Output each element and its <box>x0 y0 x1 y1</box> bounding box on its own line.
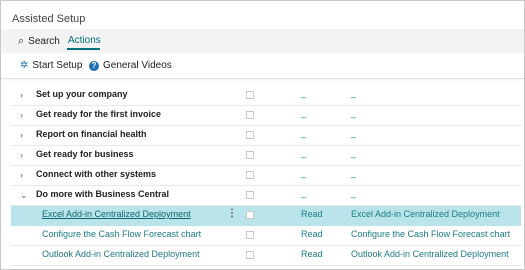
more-vertical-icon[interactable]: ⋮ <box>227 208 237 219</box>
status-link[interactable]: Read <box>301 209 323 219</box>
group-row-financial-health[interactable]: › Report on financial health _ _ <box>11 126 521 146</box>
chevron-right-icon[interactable]: › <box>20 90 23 100</box>
completed-checkbox <box>246 171 254 179</box>
group-label: Get ready for business <box>36 149 134 159</box>
help-value: _ <box>351 188 357 198</box>
page-title: Assisted Setup <box>12 13 86 25</box>
general-videos-button[interactable]: ? General Videos <box>89 60 172 71</box>
completed-checkbox <box>246 211 254 219</box>
group-label: Connect with other systems <box>36 169 157 179</box>
status-link[interactable]: Read <box>301 229 323 239</box>
status-value: _ <box>301 128 307 138</box>
status-value: _ <box>301 168 307 178</box>
setup-row-cash-flow[interactable]: Configure the Cash Flow Forecast chart R… <box>11 226 521 246</box>
completed-checkbox <box>246 231 254 239</box>
help-link[interactable]: Configure the Cash Flow Forecast chart <box>351 229 510 239</box>
setup-row-excel-addin[interactable]: Excel Add-in Centralized Deployment ⋮ Re… <box>11 206 521 226</box>
group-label: Get ready for the first invoice <box>36 109 162 119</box>
status-value: _ <box>301 188 307 198</box>
status-value: _ <box>301 148 307 158</box>
group-label: Report on financial health <box>36 129 147 139</box>
status-link[interactable]: Read <box>301 249 323 259</box>
status-value: _ <box>301 108 307 118</box>
actions-tab[interactable]: Actions <box>68 35 101 46</box>
chevron-down-icon[interactable]: ⌄ <box>20 190 28 201</box>
group-label: Do more with Business Central <box>36 189 170 199</box>
chevron-right-icon[interactable]: › <box>20 170 23 180</box>
help-link[interactable]: Excel Add-in Centralized Deployment <box>351 209 500 219</box>
setup-name-link[interactable]: Excel Add-in Centralized Deployment <box>42 209 191 219</box>
group-label: Set up your company <box>36 89 128 99</box>
completed-checkbox <box>246 151 254 159</box>
status-value: _ <box>301 88 307 98</box>
assisted-setup-window: Assisted Setup ⌕ Search Actions ✲ Start … <box>0 0 525 270</box>
help-circle-icon: ? <box>89 60 99 71</box>
search-icon: ⌕ <box>18 35 25 47</box>
group-row-connect-systems[interactable]: › Connect with other systems _ _ <box>11 166 521 186</box>
group-row-first-invoice[interactable]: › Get ready for the first invoice _ _ <box>11 106 521 126</box>
start-setup-label: Start Setup <box>32 60 83 71</box>
setup-row-outlook-addin[interactable]: Outlook Add-in Centralized Deployment Re… <box>11 246 521 266</box>
general-videos-label: General Videos <box>103 60 172 71</box>
help-link[interactable]: Outlook Add-in Centralized Deployment <box>351 249 509 259</box>
wand-icon: ✲ <box>20 60 29 71</box>
help-value: _ <box>351 148 357 158</box>
group-row-set-up-your-company[interactable]: › Set up your company _ _ <box>11 86 521 106</box>
chevron-right-icon[interactable]: › <box>20 130 23 140</box>
completed-checkbox <box>246 91 254 99</box>
search-button[interactable]: ⌕ Search <box>18 35 60 48</box>
start-setup-button[interactable]: ✲ Start Setup <box>20 60 82 71</box>
completed-checkbox <box>246 251 254 259</box>
actions-tab-underline <box>67 48 100 50</box>
group-row-do-more[interactable]: ⌄ Do more with Business Central _ _ <box>11 186 521 206</box>
group-row-ready-for-business[interactable]: › Get ready for business _ _ <box>11 146 521 166</box>
chevron-right-icon[interactable]: › <box>20 110 23 120</box>
chevron-right-icon[interactable]: › <box>20 150 23 160</box>
setup-name-link[interactable]: Configure the Cash Flow Forecast chart <box>42 229 201 239</box>
setup-name-link[interactable]: Outlook Add-in Centralized Deployment <box>42 249 200 259</box>
help-value: _ <box>351 108 357 118</box>
help-value: _ <box>351 168 357 178</box>
search-label: Search <box>28 36 60 47</box>
completed-checkbox <box>246 111 254 119</box>
completed-checkbox <box>246 131 254 139</box>
completed-checkbox <box>246 191 254 199</box>
help-value: _ <box>351 128 357 138</box>
help-value: _ <box>351 88 357 98</box>
